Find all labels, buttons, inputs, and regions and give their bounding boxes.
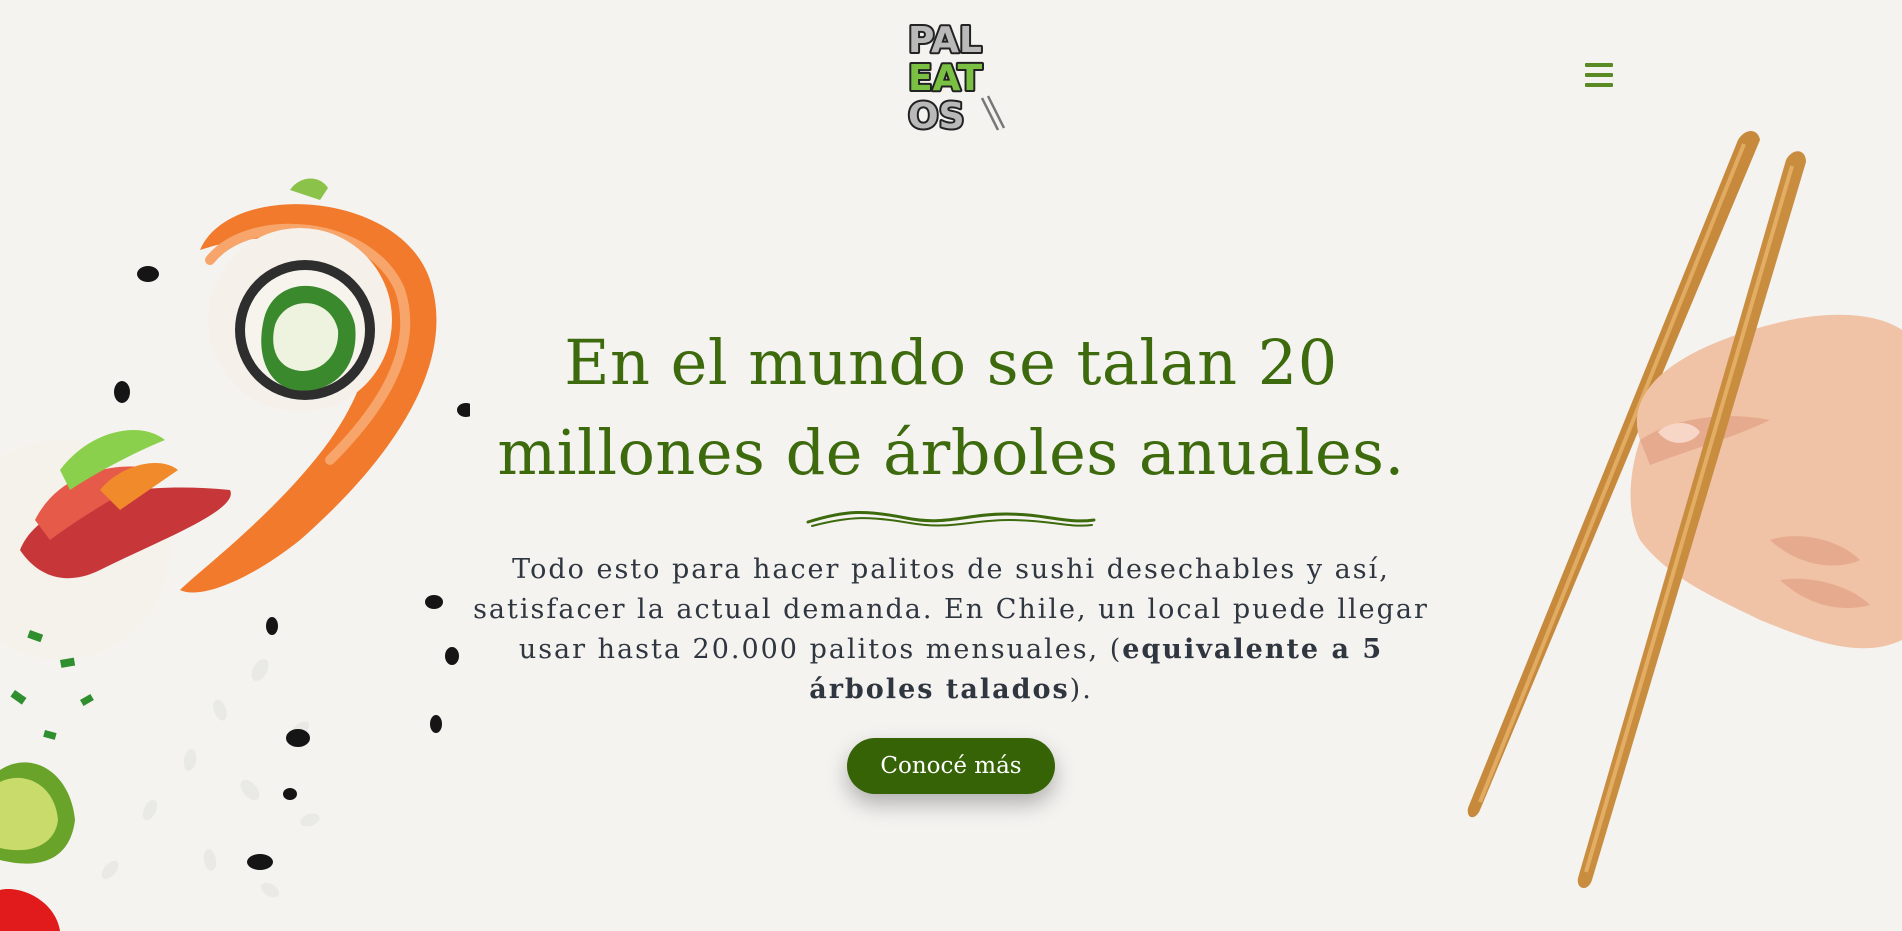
hamburger-menu-icon[interactable] [1582,58,1616,92]
hero-section: En el mundo se talan 20 millones de árbo… [430,318,1472,794]
learn-more-button[interactable]: Conocé más [847,738,1055,794]
logo-mark: PAL EAT OS [906,18,1006,134]
brand-logo[interactable]: PAL EAT OS [906,16,1006,134]
hero-description-end: ). [1069,674,1093,705]
page: PAL EAT OS En el mundo se talan 20 millo… [0,0,1902,931]
hero-description: Todo esto para hacer palitos de sushi de… [451,550,1451,710]
svg-text:OS: OS [908,96,965,134]
hero-title-line-2: millones de árboles anuales. [497,416,1405,489]
svg-text:PAL: PAL [908,20,982,61]
wave-divider-icon [806,510,1096,527]
hero-title: En el mundo se talan 20 millones de árbo… [430,318,1472,498]
svg-text:EAT: EAT [908,58,983,99]
hero-title-line-1: En el mundo se talan 20 [564,326,1338,399]
sushi-rolls-illustration [0,178,470,931]
